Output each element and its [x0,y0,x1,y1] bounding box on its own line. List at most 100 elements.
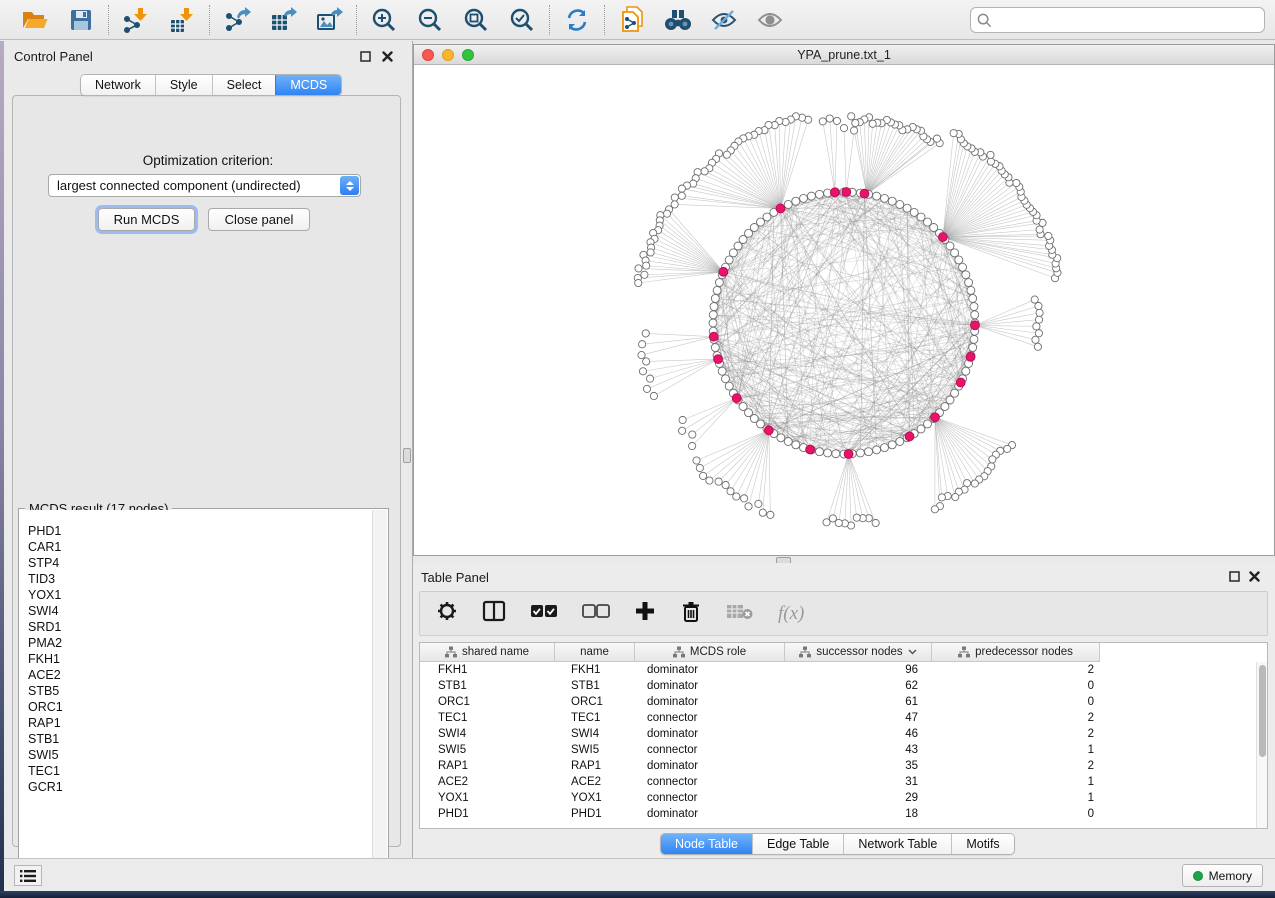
tab-select[interactable]: Select [212,75,276,95]
first-neighbors-button[interactable] [663,6,693,34]
list-icon [20,869,36,883]
control-panel-float-button[interactable] [359,50,372,63]
trash-icon [680,600,702,623]
delete-table-button[interactable] [726,601,754,626]
mcds-result-item[interactable]: STB5 [28,683,372,699]
zoom-out-button[interactable] [415,6,445,34]
vertical-splitter-handle[interactable] [403,448,411,463]
table-cell: 1 [932,774,1100,790]
refresh-layout-button[interactable] [562,6,592,34]
column-tree-icon [673,646,685,658]
table-scrollbar[interactable] [1256,662,1267,828]
tab-network[interactable]: Network [81,75,155,95]
tab-network-table[interactable]: Network Table [843,834,951,854]
table-settings-button[interactable] [436,600,458,627]
hide-selected-button[interactable] [709,6,739,34]
show-all-button[interactable] [755,6,785,34]
column-header-label: shared name [462,646,529,658]
column-header-predecessor-nodes[interactable]: predecessor nodes [932,643,1100,662]
table-row[interactable]: TEC1TEC1connector472 [420,710,1256,726]
export-network-button[interactable] [222,6,252,34]
table-panel-float-button[interactable] [1228,570,1241,583]
save-session-button[interactable] [66,6,96,34]
zoom-fit-button[interactable] [461,6,491,34]
table-scrollbar-thumb[interactable] [1259,665,1266,757]
export-table-button[interactable] [268,6,298,34]
table-row[interactable]: SWI5SWI5connector431 [420,742,1256,758]
search-input[interactable] [996,13,1258,27]
table-row[interactable]: YOX1YOX1connector291 [420,790,1256,806]
memory-button[interactable]: Memory [1182,864,1263,887]
mcds-result-item[interactable]: STB1 [28,731,372,747]
mcds-result-item[interactable]: PMA2 [28,635,372,651]
deselect-all-rows-button[interactable] [582,602,610,625]
table-row[interactable]: ACE2ACE2connector311 [420,774,1256,790]
mcds-result-item[interactable]: SRD1 [28,619,372,635]
tab-node-table[interactable]: Node Table [661,834,752,854]
show-columns-button[interactable] [482,600,506,627]
mcds-result-item[interactable]: CAR1 [28,539,372,555]
import-network-button[interactable] [121,6,151,34]
table-cell: TEC1 [555,710,635,726]
mcds-result-item[interactable]: SWI4 [28,603,372,619]
table-cell: PHD1 [555,806,635,822]
control-panel-tabs: NetworkStyleSelectMCDS [80,74,342,96]
mcds-result-item[interactable]: TID3 [28,571,372,587]
mcds-result-item[interactable]: GCR1 [28,779,372,795]
column-header-shared-name[interactable]: shared name [420,643,555,662]
column-header-MCDS-role[interactable]: MCDS role [635,643,785,662]
table-row[interactable]: STB1STB1dominator620 [420,678,1256,694]
save-floppy-icon [69,8,93,32]
table-cell: SWI4 [555,726,635,742]
mcds-result-item[interactable]: PHD1 [28,523,372,539]
network-graph-canvas[interactable] [414,65,1274,555]
open-session-button[interactable] [20,6,50,34]
new-network-from-selection-button[interactable] [617,6,647,34]
add-column-button[interactable] [634,600,656,627]
mcds-result-item[interactable]: RAP1 [28,715,372,731]
table-row[interactable]: SWI4SWI4dominator462 [420,726,1256,742]
new-network-document-icon [619,6,645,34]
table-cell: 0 [932,694,1100,710]
tab-edge-table[interactable]: Edge Table [752,834,843,854]
mcds-list-scrollbar[interactable] [372,510,387,878]
table-cell: 1 [932,790,1100,806]
table-panel-tabs: Node TableEdge TableNetwork TableMotifs [660,833,1015,855]
zoom-in-button[interactable] [369,6,399,34]
table-panel-close-button[interactable] [1248,570,1261,583]
table-row[interactable]: PHD1PHD1dominator180 [420,806,1256,822]
mcds-result-item[interactable]: SWI5 [28,747,372,763]
network-window-titlebar[interactable]: YPA_prune.txt_1 [414,45,1274,65]
close-panel-button[interactable]: Close panel [208,208,310,231]
tab-mcds[interactable]: MCDS [275,75,341,95]
mcds-result-item[interactable]: ORC1 [28,699,372,715]
mcds-result-list[interactable]: PHD1CAR1STP4TID3YOX1SWI4SRD1PMA2FKH1ACE2… [20,510,372,878]
run-mcds-button[interactable]: Run MCDS [98,208,195,231]
mcds-result-item[interactable]: STP4 [28,555,372,571]
mcds-result-item[interactable]: FKH1 [28,651,372,667]
control-panel-close-button[interactable] [381,50,394,63]
table-cell: SWI5 [420,742,555,758]
table-row[interactable]: ORC1ORC1dominator610 [420,694,1256,710]
tab-style[interactable]: Style [155,75,212,95]
tab-motifs[interactable]: Motifs [951,834,1013,854]
table-row[interactable]: RAP1RAP1dominator352 [420,758,1256,774]
criterion-select[interactable]: largest connected component (undirected) [48,174,361,197]
status-bar: Memory [4,858,1275,891]
mcds-result-item[interactable]: TEC1 [28,763,372,779]
export-image-button[interactable] [314,6,344,34]
mcds-result-item[interactable]: YOX1 [28,587,372,603]
table-row[interactable]: FKH1FKH1dominator962 [420,662,1256,678]
mcds-result-item[interactable]: ACE2 [28,667,372,683]
import-table-button[interactable] [167,6,197,34]
function-builder-button[interactable]: f(x) [778,603,804,625]
zoom-selected-button[interactable] [507,6,537,34]
column-header-successor-nodes[interactable]: successor nodes [785,643,932,662]
select-all-rows-button[interactable] [530,602,558,625]
column-header-name[interactable]: name [555,643,635,662]
table-cell: ORC1 [555,694,635,710]
delete-column-button[interactable] [680,600,702,628]
table-cell: 35 [785,758,932,774]
task-history-button[interactable] [14,865,42,886]
search-field[interactable] [970,7,1265,33]
